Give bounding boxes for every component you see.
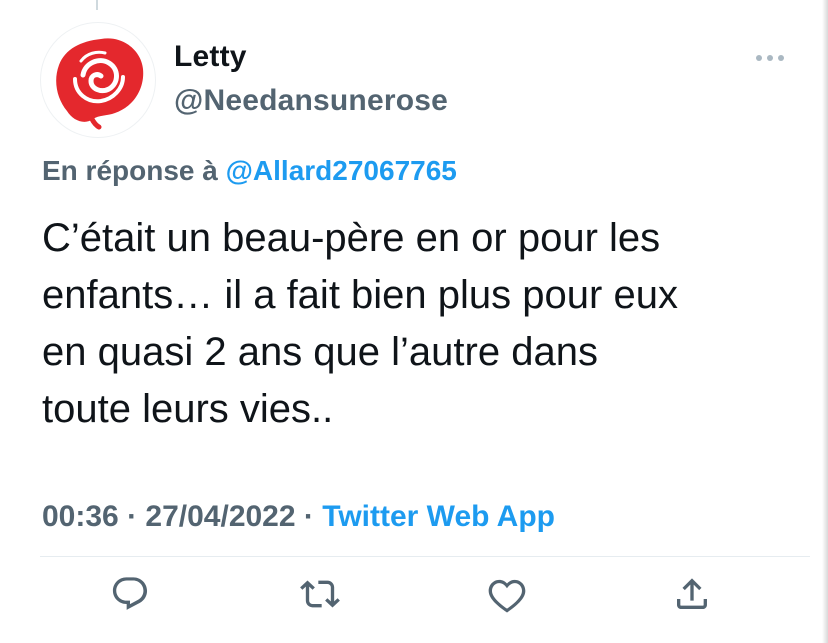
tweet-source-link[interactable]: Twitter Web App: [322, 500, 555, 533]
meta-separator: ·: [295, 500, 323, 533]
tweet-text: C’était un beau-père en or pour les enfa…: [42, 216, 678, 431]
reply-context: En réponse à @Allard27067765: [42, 155, 457, 187]
retweet-button[interactable]: [296, 570, 344, 618]
reply-button[interactable]: [106, 570, 154, 618]
divider: [40, 556, 810, 557]
retweet-icon: [300, 580, 340, 608]
reply-prefix: En réponse à: [42, 155, 218, 186]
avatar[interactable]: [40, 22, 156, 138]
meta-separator: ·: [118, 500, 146, 533]
rose-logo-icon: [56, 38, 144, 130]
tweet-time[interactable]: 00:36: [42, 500, 119, 533]
reply-icon: [112, 577, 148, 610]
heart-icon: [488, 579, 526, 613]
reply-mention-link[interactable]: @Allard27067765: [226, 155, 457, 186]
author-handle[interactable]: @Needansunerose: [174, 84, 448, 118]
author-name[interactable]: Letty: [174, 40, 247, 74]
thread-connector-line: [96, 0, 98, 10]
share-icon: [677, 578, 707, 609]
tweet-date[interactable]: 27/04/2022: [145, 500, 295, 533]
like-button[interactable]: [483, 570, 531, 618]
tweet-metadata: 00:36 · 27/04/2022 · Twitter Web App: [42, 500, 555, 534]
more-options-icon[interactable]: [750, 44, 790, 72]
screen-edge: [822, 0, 828, 643]
share-button[interactable]: [668, 570, 716, 618]
